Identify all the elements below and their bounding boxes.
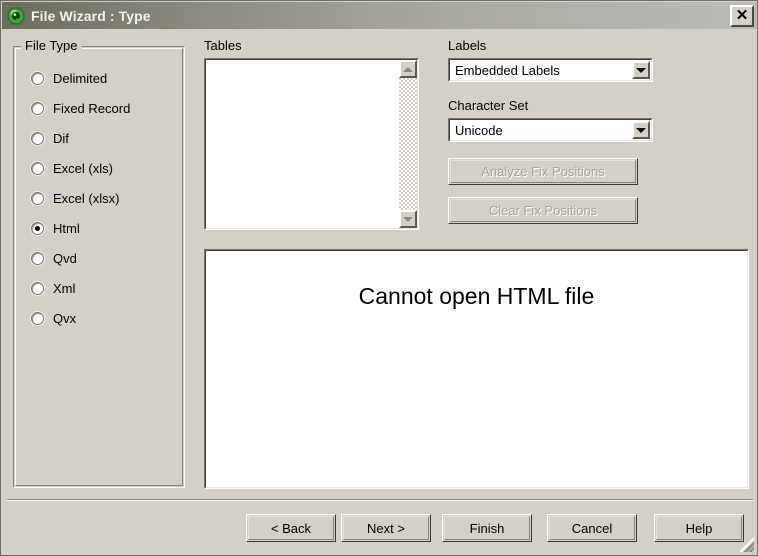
labels-label: Labels [448, 38, 487, 53]
radio-label: Dif [53, 130, 69, 146]
labels-select[interactable]: Embedded Labels [448, 58, 653, 82]
file-wizard-dialog: File Wizard : Type ✕ File Type Delimited… [0, 0, 758, 556]
preview-message: Cannot open HTML file [358, 283, 595, 309]
radio-icon[interactable] [31, 161, 44, 175]
scroll-up-icon[interactable] [399, 60, 417, 78]
footer-separator [7, 499, 753, 501]
back-button[interactable]: < Back [246, 514, 336, 542]
radio-label: Xml [53, 280, 76, 296]
next-button[interactable]: Next > [341, 514, 431, 542]
radio-icon-selected[interactable] [31, 221, 44, 235]
radio-option-qvx[interactable]: Qvx [31, 303, 130, 333]
qlikview-logo-icon [7, 7, 25, 25]
preview-panel: Cannot open HTML file [204, 249, 749, 489]
radio-option-qvd[interactable]: Qvd [31, 243, 130, 273]
help-button[interactable]: Help [654, 514, 744, 542]
radio-option-dif[interactable]: Dif [31, 123, 130, 153]
radio-label: Qvx [53, 310, 77, 326]
character-set-select-value: Unicode [455, 122, 503, 138]
radio-icon[interactable] [31, 251, 44, 265]
title-bar: File Wizard : Type ✕ [2, 2, 757, 29]
chevron-down-icon[interactable] [632, 121, 650, 139]
file-type-radio-list: Delimited Fixed Record Dif Excel (xls) E… [31, 63, 130, 333]
character-set-label: Character Set [448, 98, 529, 113]
radio-label: Excel (xls) [53, 160, 113, 176]
radio-label: Html [53, 220, 80, 236]
radio-icon[interactable] [31, 131, 44, 145]
clear-fix-positions-button: Clear Fix Positions [448, 197, 638, 224]
radio-option-excel-xlsx[interactable]: Excel (xlsx) [31, 183, 130, 213]
radio-option-delimited[interactable]: Delimited [31, 63, 130, 93]
radio-icon[interactable] [31, 191, 44, 205]
window-title: File Wizard : Type [31, 7, 151, 24]
radio-label: Excel (xlsx) [53, 190, 120, 206]
tables-scrollbar[interactable] [399, 60, 417, 228]
chevron-down-icon[interactable] [632, 61, 650, 79]
resize-grip-icon[interactable] [740, 538, 754, 552]
radio-option-excel-xls[interactable]: Excel (xls) [31, 153, 130, 183]
close-icon[interactable]: ✕ [730, 4, 754, 27]
radio-label: Fixed Record [53, 100, 131, 116]
radio-icon[interactable] [31, 281, 44, 295]
character-set-select[interactable]: Unicode [448, 118, 653, 142]
tables-listbox[interactable] [204, 58, 419, 230]
tables-label: Tables [204, 38, 242, 53]
radio-option-html[interactable]: Html [31, 213, 130, 243]
finish-button[interactable]: Finish [442, 514, 532, 542]
radio-option-fixed-record[interactable]: Fixed Record [31, 93, 130, 123]
radio-option-xml[interactable]: Xml [31, 273, 130, 303]
radio-icon[interactable] [31, 71, 44, 85]
radio-label: Qvd [53, 250, 77, 266]
radio-icon[interactable] [31, 101, 44, 115]
radio-icon[interactable] [31, 311, 44, 325]
scroll-down-icon[interactable] [399, 210, 417, 228]
file-type-groupbox-title: File Type [21, 38, 82, 53]
analyze-fix-positions-button: Analyze Fix Positions [448, 158, 638, 185]
cancel-button[interactable]: Cancel [547, 514, 637, 542]
labels-select-value: Embedded Labels [455, 62, 560, 78]
radio-label: Delimited [53, 70, 108, 86]
